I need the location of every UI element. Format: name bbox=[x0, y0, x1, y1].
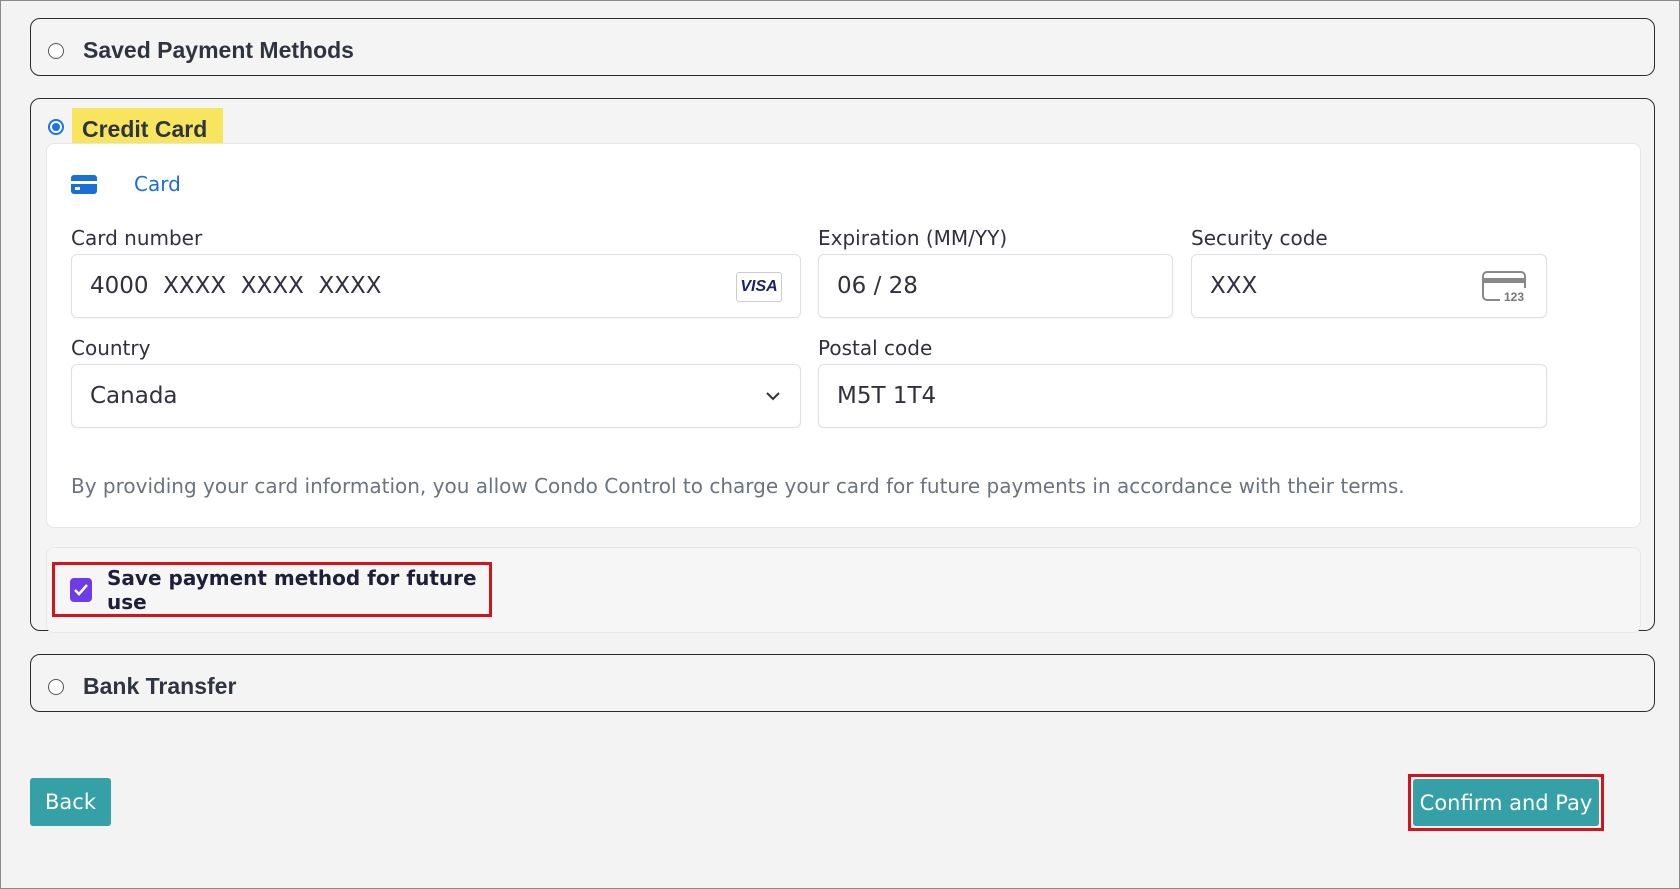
visa-icon: VISA bbox=[736, 272, 782, 302]
saved-payment-title: Saved Payment Methods bbox=[83, 37, 354, 63]
save-method-highlight[interactable]: Save payment method for future use bbox=[52, 562, 492, 617]
confirm-highlight: Confirm and Pay bbox=[1408, 774, 1604, 831]
credit-card-radio[interactable] bbox=[48, 118, 64, 135]
postal-code-input[interactable]: M5T 1T4 bbox=[818, 364, 1547, 428]
expiration-value: 06 / 28 bbox=[837, 273, 918, 299]
security-code-label: Security code bbox=[1191, 226, 1328, 250]
bank-transfer-radio[interactable] bbox=[48, 678, 64, 695]
expiration-label: Expiration (MM/YY) bbox=[818, 226, 1008, 250]
country-value: Canada bbox=[90, 383, 178, 409]
card-tab-label: Card bbox=[134, 172, 181, 196]
credit-card-title: Credit Card bbox=[72, 108, 224, 145]
back-button[interactable]: Back bbox=[30, 778, 111, 826]
bank-transfer-title: Bank Transfer bbox=[83, 673, 237, 699]
country-select[interactable]: Canada bbox=[71, 364, 801, 428]
terms-text: By providing your card information, you … bbox=[71, 474, 1405, 498]
saved-payment-radio[interactable] bbox=[48, 42, 64, 59]
card-form-panel: Card Card number 4000 XXXX XXXX XXXX VIS… bbox=[46, 143, 1641, 528]
cvc-icon-text: 123 bbox=[1504, 290, 1524, 303]
card-tab[interactable]: Card bbox=[71, 172, 181, 196]
chevron-down-icon bbox=[766, 392, 780, 401]
checkmark-icon bbox=[74, 583, 88, 596]
save-method-label: Save payment method for future use bbox=[107, 565, 477, 614]
credit-card-icon bbox=[71, 174, 97, 194]
confirm-and-pay-button[interactable]: Confirm and Pay bbox=[1413, 779, 1599, 826]
saved-payment-methods-option[interactable]: Saved Payment Methods bbox=[30, 18, 1655, 76]
save-method-checkbox[interactable] bbox=[70, 577, 93, 602]
card-number-label: Card number bbox=[71, 226, 203, 250]
postal-code-value: M5T 1T4 bbox=[837, 383, 937, 409]
cvc-card-icon: 123 bbox=[1482, 271, 1526, 303]
save-method-panel: Save payment method for future use bbox=[46, 547, 1641, 633]
expiration-input[interactable]: 06 / 28 bbox=[818, 254, 1173, 318]
card-number-input[interactable]: 4000 XXXX XXXX XXXX VISA bbox=[71, 254, 801, 318]
credit-card-option: Credit Card Card Card number 4000 XXXX X… bbox=[30, 98, 1655, 633]
country-label: Country bbox=[71, 336, 151, 360]
postal-code-label: Postal code bbox=[818, 336, 933, 360]
security-code-input[interactable]: XXX 123 bbox=[1191, 254, 1547, 318]
bank-transfer-option[interactable]: Bank Transfer bbox=[30, 654, 1655, 712]
security-code-value: XXX bbox=[1210, 273, 1258, 299]
card-number-value: 4000 XXXX XXXX XXXX bbox=[90, 273, 382, 299]
